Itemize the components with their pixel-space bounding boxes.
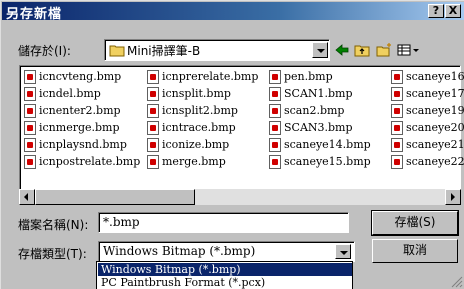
up-folder-icon[interactable]: [353, 42, 371, 58]
save-in-value: Mini掃譯筆-B: [127, 44, 201, 58]
bitmap-file-icon: [24, 70, 36, 84]
filename-value: *.bmp: [103, 215, 140, 229]
arrow-right-icon: [451, 193, 455, 201]
scroll-thumb[interactable]: [35, 189, 195, 205]
save-button[interactable]: 存檔(S): [371, 210, 459, 236]
save-in-combo[interactable]: Mini掃譯筆-B: [104, 39, 330, 61]
window-title: 另存新檔: [6, 7, 63, 22]
bitmap-file-icon: [391, 155, 403, 169]
bitmap-file-icon: [391, 121, 403, 135]
bitmap-file-icon: [147, 87, 159, 101]
filetype-label: 存檔類型(T):: [18, 247, 87, 261]
bitmap-file-icon: [269, 70, 281, 84]
bitmap-file-icon: [147, 104, 159, 118]
bitmap-file-icon: [24, 121, 36, 135]
bitmap-file-icon: [24, 155, 36, 169]
back-icon[interactable]: [333, 42, 351, 58]
filename-input[interactable]: *.bmp: [98, 212, 349, 233]
horizontal-scrollbar[interactable]: [19, 189, 461, 205]
bitmap-file-icon: [269, 87, 281, 101]
bitmap-file-icon: [269, 138, 281, 152]
bitmap-file-icon: [147, 138, 159, 152]
help-button[interactable]: ?: [428, 4, 444, 18]
save-in-dropdown-button[interactable]: [312, 42, 328, 58]
new-folder-icon[interactable]: [375, 42, 393, 58]
bitmap-file-icon: [391, 87, 403, 101]
dropdown-option[interactable]: Windows Bitmap (*.bmp): [98, 263, 352, 276]
resize-grip-icon[interactable]: [449, 274, 463, 288]
filetype-select[interactable]: Windows Bitmap (*.bmp): [98, 241, 355, 262]
bitmap-file-icon: [24, 104, 36, 118]
scroll-right-button[interactable]: [445, 189, 461, 205]
filetype-dropdown-list[interactable]: Windows Bitmap (*.bmp) PC Paintbrush For…: [96, 261, 353, 289]
bitmap-file-icon: [147, 121, 159, 135]
filename-label: 檔案名稱(N):: [18, 218, 89, 232]
close-button[interactable]: X: [445, 4, 461, 18]
scroll-left-button[interactable]: [19, 189, 35, 205]
bitmap-file-icon: [147, 70, 159, 84]
filetype-dropdown-button[interactable]: [335, 244, 351, 259]
bitmap-file-icon: [147, 155, 159, 169]
arrow-left-icon: [24, 193, 28, 201]
dropdown-option[interactable]: PC Paintbrush Format (*.pcx): [98, 276, 352, 289]
title-bar[interactable]: 另存新檔 ? X: [2, 2, 464, 22]
bitmap-file-icon: [269, 121, 281, 135]
cancel-button[interactable]: 取消: [372, 239, 458, 263]
bitmap-file-icon: [391, 104, 403, 118]
folder-icon: [109, 45, 125, 57]
bitmap-file-icon: [24, 138, 36, 152]
filetype-value: Windows Bitmap (*.bmp): [103, 244, 256, 258]
save-as-dialog: 另存新檔 ? X 儲存於(I): Mini掃譯筆-B icncvteng.bmp…: [0, 0, 464, 289]
save-in-label: 儲存於(I):: [18, 44, 71, 58]
bitmap-file-icon: [391, 70, 403, 84]
file-list[interactable]: icncvteng.bmp icndel.bmp icnenter2.bmp i…: [19, 65, 464, 205]
bitmap-file-icon: [269, 155, 281, 169]
bitmap-file-icon: [391, 138, 403, 152]
bitmap-file-icon: [269, 104, 281, 118]
bitmap-file-icon: [24, 87, 36, 101]
view-menu-icon[interactable]: [396, 42, 422, 58]
